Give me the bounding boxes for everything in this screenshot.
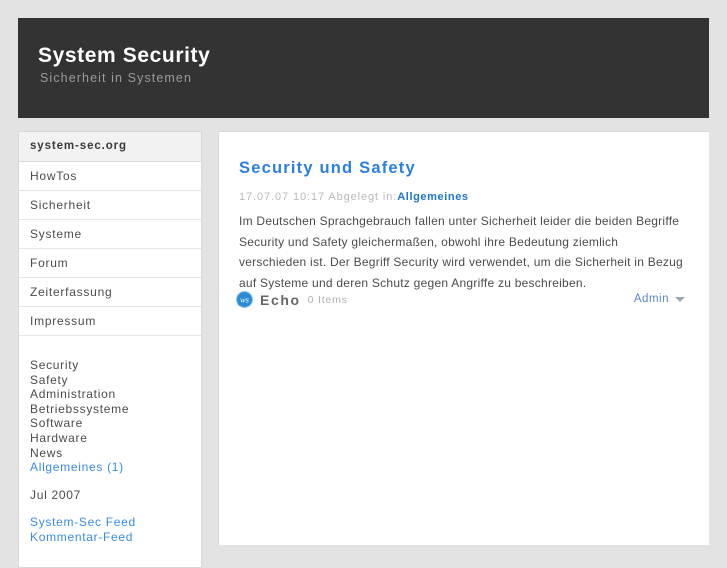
feed-system-sec[interactable]: System-Sec Feed <box>30 515 201 530</box>
sidebar-item-forum[interactable]: Forum <box>19 249 201 278</box>
post-meta: 17.07.07 10:17 Abgelegt in:Allgemeines <box>239 190 684 204</box>
echo-items-count: 0 Items <box>307 293 348 306</box>
category-safety[interactable]: Safety <box>30 373 201 388</box>
category-security[interactable]: Security <box>30 358 201 373</box>
echo-branding: ws Echo 0 Items <box>236 291 348 308</box>
chevron-down-icon[interactable] <box>675 296 685 302</box>
category-betriebssysteme[interactable]: Betriebssysteme <box>30 402 201 417</box>
sidebar-category-list: Security Safety Administration Betriebss… <box>19 336 201 475</box>
echo-admin-label[interactable]: Admin <box>634 293 669 305</box>
post-category-link[interactable]: Allgemeines <box>397 191 468 203</box>
main-content-column: Security und Safety 17.07.07 10:17 Abgel… <box>218 131 709 545</box>
echo-comment-bar: ws Echo 0 Items Admin <box>236 291 685 313</box>
site-tagline: Sicherheit in Systemen <box>40 71 193 85</box>
sidebar-archive-list: Jul 2007 <box>19 475 201 503</box>
site-masthead: System Security Sicherheit in Systemen <box>18 18 709 118</box>
sidebar-item-sicherheit[interactable]: Sicherheit <box>19 191 201 220</box>
sidebar-feed-list: System-Sec Feed Kommentar-Feed <box>19 502 201 566</box>
sidebar-item-howtos[interactable]: HowTos <box>19 162 201 191</box>
sidebar-nav-header: system-sec.org <box>19 132 201 162</box>
sidebar-item-zeiterfassung[interactable]: Zeiterfassung <box>19 278 201 307</box>
svg-text:ws: ws <box>240 295 250 305</box>
sidebar-item-impressum[interactable]: Impressum <box>19 307 201 336</box>
page-root: System Security Sicherheit in Systemen S… <box>0 0 727 568</box>
article-post: Security und Safety 17.07.07 10:17 Abgel… <box>239 158 684 293</box>
echo-brand-label[interactable]: Echo <box>260 292 301 308</box>
sidebar: system-sec.org HowTos Sicherheit Systeme… <box>18 131 202 568</box>
site-title: System Security <box>38 44 211 67</box>
category-administration[interactable]: Administration <box>30 387 201 402</box>
category-news[interactable]: News <box>30 446 201 461</box>
category-software[interactable]: Software <box>30 416 201 431</box>
post-title[interactable]: Security und Safety <box>239 158 684 178</box>
site-branding: System Security Sicherheit in Systemen <box>38 44 210 86</box>
category-allgemeines[interactable]: Allgemeines (1) <box>30 460 201 475</box>
sidebar-item-systeme[interactable]: Systeme <box>19 220 201 249</box>
category-hardware[interactable]: Hardware <box>30 431 201 446</box>
echo-speech-bubble-icon: ws <box>236 291 253 308</box>
echo-admin-menu[interactable]: Admin <box>634 293 685 305</box>
feed-kommentar[interactable]: Kommentar-Feed <box>30 530 201 545</box>
archive-jul-2007[interactable]: Jul 2007 <box>30 488 201 503</box>
post-date: 17.07.07 10:17 Abgelegt in: <box>239 191 398 203</box>
post-body-text: Im Deutschen Sprachgebrauch fallen unter… <box>239 214 683 290</box>
